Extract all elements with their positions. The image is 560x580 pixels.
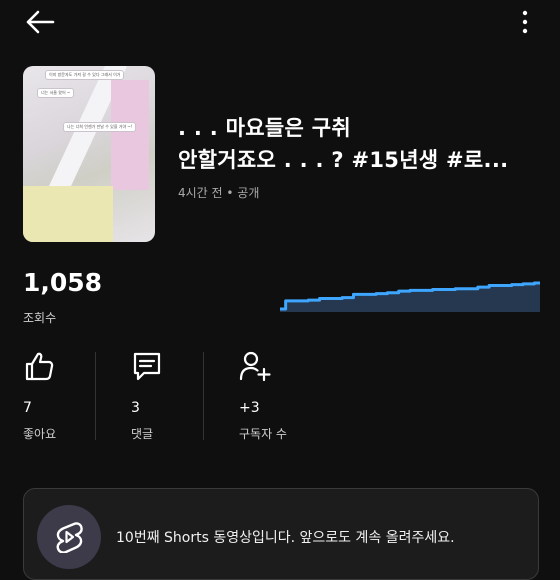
likes-count: 7 xyxy=(23,400,32,416)
thumbnail-art-yellow xyxy=(23,186,113,242)
milestone-text: 10번째 Shorts 동영상입니다. 앞으로도 계속 올려주세요. xyxy=(116,530,455,546)
back-button[interactable] xyxy=(20,4,60,40)
shorts-badge xyxy=(37,505,101,569)
comment-icon xyxy=(133,352,161,381)
views-count: 1,058 xyxy=(23,268,103,297)
subscribers-count: +3 xyxy=(239,400,260,416)
likes-label: 좋아요 xyxy=(23,427,57,441)
views-label: 조회수 xyxy=(23,311,57,325)
video-title-line: 안할거죠오 . . . ? #15년생 #로... xyxy=(178,148,509,172)
thumbnail-art-block xyxy=(111,80,149,190)
thumbnail-caption: 너는 서울 왔어 ~ xyxy=(37,88,75,98)
person-add-icon xyxy=(239,351,271,382)
more-options-button[interactable] xyxy=(510,4,540,40)
comments-label: 댓글 xyxy=(131,427,154,441)
comments-stat[interactable]: 3 댓글 xyxy=(131,350,211,441)
arrow-back-icon xyxy=(26,10,55,34)
views-sparkline xyxy=(280,281,540,312)
comments-count: 3 xyxy=(131,400,140,416)
thumbnail-caption: 나는 너희 언젠가 만날 수 있을 거야 ~! xyxy=(63,122,137,132)
video-thumbnail[interactable]: 이미 방문자도 가져 갈 수 있다 그래서 이거 너는 서울 왔어 ~ 나는 너… xyxy=(23,66,155,242)
video-meta: 4시간 전 • 공개 xyxy=(178,186,260,200)
subscribers-label: 구독자 수 xyxy=(239,427,287,441)
subscribers-stat[interactable]: +3 구독자 수 xyxy=(239,350,319,441)
thumbnail-caption: 이미 방문자도 가져 갈 수 있다 그래서 이거 xyxy=(45,70,125,80)
stat-divider xyxy=(95,352,96,440)
shorts-icon xyxy=(56,522,83,553)
likes-stat[interactable]: 7 좋아요 xyxy=(23,350,103,441)
video-title: . . . 마요들은 구취 안할거죠오 . . . ? #15년생 #로... xyxy=(178,112,538,176)
video-title-line: . . . 마요들은 구취 xyxy=(178,116,351,140)
stat-divider xyxy=(203,352,204,440)
thumbs-up-icon xyxy=(25,352,54,381)
more-vert-icon xyxy=(522,10,528,34)
